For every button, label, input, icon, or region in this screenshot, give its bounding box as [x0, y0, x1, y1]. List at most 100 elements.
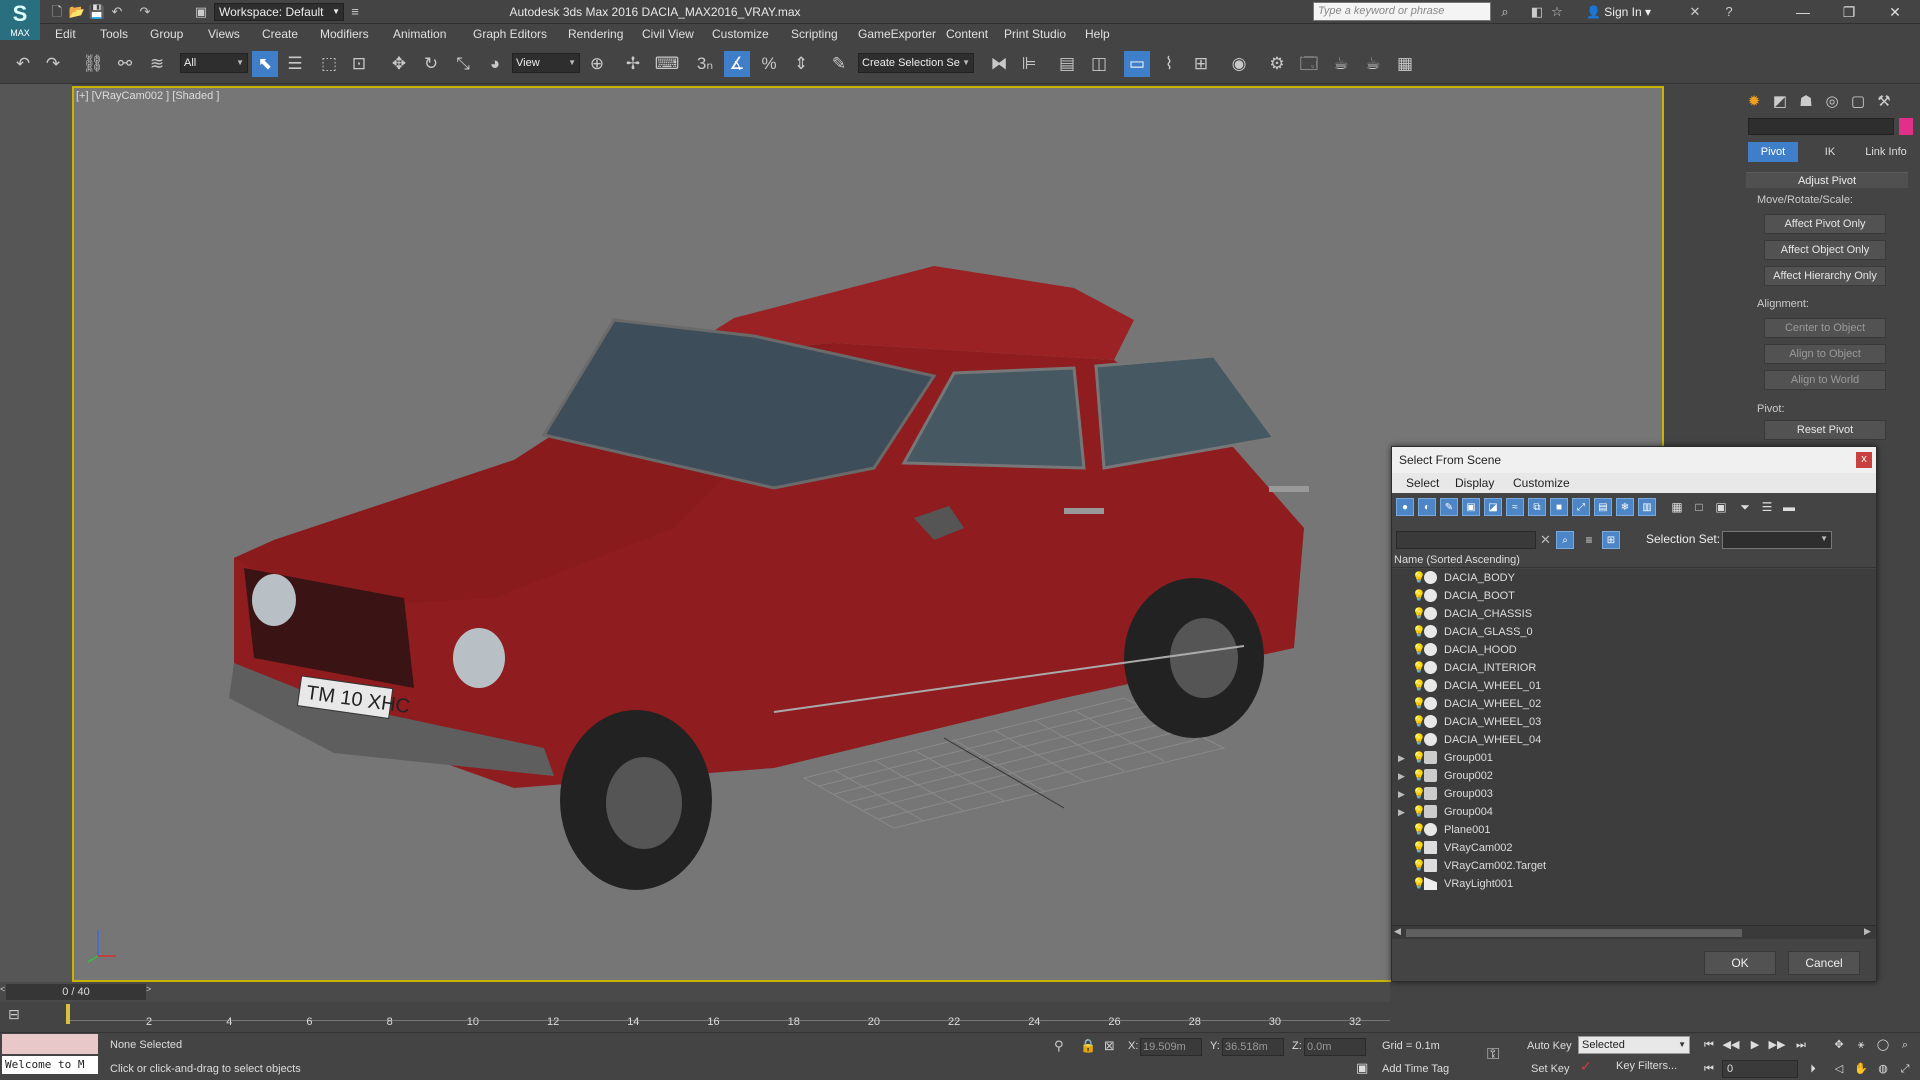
add-time-tag-button[interactable]: Add Time Tag: [1382, 1063, 1449, 1075]
scrollbar-thumb[interactable]: [1406, 929, 1742, 937]
display-hidden-icon[interactable]: ▥: [1638, 498, 1656, 516]
expand-arrow-icon[interactable]: ▶: [1398, 785, 1408, 803]
redo-icon[interactable]: ↷: [136, 3, 154, 21]
viewport-label[interactable]: [+] [VRayCam002 ] [Shaded ]: [76, 90, 219, 102]
workspace-dropdown[interactable]: Workspace: Default ▼: [214, 3, 344, 21]
create-tab-icon[interactable]: ✹: [1742, 90, 1766, 114]
list-item[interactable]: 💡 VRayCam002: [1392, 839, 1876, 857]
dialog-search-input[interactable]: [1396, 531, 1536, 549]
key-mode-dropdown[interactable]: Selected ▼: [1578, 1036, 1690, 1054]
customize-quick-access-icon[interactable]: ≡: [346, 3, 364, 21]
zoom-icon[interactable]: ⌕: [1896, 1036, 1914, 1054]
rendered-frame-window-icon[interactable]: 🗔: [1296, 51, 1322, 77]
project-folder-icon[interactable]: ▣: [192, 3, 210, 21]
maxscript-input[interactable]: Welcome to M: [2, 1056, 98, 1074]
display-frozen-icon[interactable]: ❄: [1616, 498, 1634, 516]
key-filters-button[interactable]: Key Filters...: [1616, 1060, 1677, 1072]
menu-graph-editors[interactable]: Graph Editors: [473, 27, 547, 41]
align-icon[interactable]: ⊫: [1016, 51, 1042, 77]
rotate-icon[interactable]: ↻: [418, 51, 444, 77]
menu-print-studio[interactable]: Print Studio: [1004, 27, 1066, 41]
selection-lock-icon[interactable]: 🔒: [1080, 1038, 1096, 1054]
dialog-close-icon[interactable]: x: [1856, 452, 1872, 468]
list-item[interactable]: 💡 DACIA_BODY: [1392, 569, 1876, 587]
name-column-header[interactable]: Name (Sorted Ascending): [1392, 552, 1876, 568]
list-item[interactable]: 💡 VRayLight001: [1392, 875, 1876, 893]
hierarchy-view-icon[interactable]: ⊞: [1602, 531, 1620, 549]
menu-views[interactable]: Views: [208, 27, 240, 41]
display-containers-icon[interactable]: ▤: [1594, 498, 1612, 516]
center-to-object-button[interactable]: Center to Object: [1764, 318, 1886, 338]
list-item[interactable]: 💡 DACIA_WHEEL_04: [1392, 731, 1876, 749]
window-close-icon[interactable]: ✕: [1872, 0, 1918, 24]
menu-civil-view[interactable]: Civil View: [642, 27, 694, 41]
list-item[interactable]: 💡 DACIA_HOOD: [1392, 641, 1876, 659]
render-production-icon[interactable]: ☕: [1328, 51, 1354, 77]
walk-through-icon[interactable]: ◍: [1874, 1060, 1892, 1078]
tab-pivot[interactable]: Pivot: [1748, 142, 1798, 162]
unlink-icon[interactable]: ⚯: [112, 51, 138, 77]
object-name-field[interactable]: [1748, 118, 1894, 135]
save-file-icon[interactable]: 💾: [88, 3, 106, 21]
window-crossing-icon[interactable]: ⊡: [346, 51, 372, 77]
restore-icon[interactable]: ❐: [1826, 0, 1872, 24]
list-item[interactable]: 💡 DACIA_WHEEL_02: [1392, 695, 1876, 713]
sign-in-button[interactable]: 👤 Sign In ▾: [1586, 3, 1651, 21]
scale-icon[interactable]: ⤡: [450, 51, 476, 77]
ribbon-toggle-icon[interactable]: ▭: [1124, 51, 1150, 77]
undo-icon[interactable]: ↶: [10, 51, 36, 77]
expand-arrow-icon[interactable]: ▶: [1398, 803, 1408, 821]
list-item[interactable]: 💡 Plane001: [1392, 821, 1876, 839]
display-lights-icon[interactable]: ✎: [1440, 498, 1458, 516]
redo-icon[interactable]: ↷: [40, 51, 66, 77]
display-space-warps-icon[interactable]: ≈: [1506, 498, 1524, 516]
new-file-icon[interactable]: 🗋: [48, 3, 66, 21]
favorites-star-icon[interactable]: ☆: [1548, 3, 1566, 21]
default-in-out-tangent-key-icon[interactable]: ⚿: [1487, 1046, 1499, 1064]
trackbar[interactable]: ⊟: [0, 1002, 1390, 1032]
select-by-name-icon[interactable]: ☰: [282, 51, 308, 77]
align-to-world-button[interactable]: Align to World: [1764, 370, 1886, 390]
display-helpers-icon[interactable]: ◪: [1484, 498, 1502, 516]
list-item[interactable]: 💡 DACIA_GLASS_0: [1392, 623, 1876, 641]
schematic-view-icon[interactable]: ⊞: [1188, 51, 1214, 77]
filter-icon[interactable]: ⏷: [1736, 498, 1754, 516]
field-of-view-icon[interactable]: ◯: [1874, 1036, 1892, 1054]
next-frame-icon[interactable]: ▶▶: [1768, 1036, 1786, 1054]
time-configuration-icon[interactable]: ⏵: [1804, 1060, 1822, 1078]
render-setup-icon[interactable]: ⚙: [1264, 51, 1290, 77]
render-iterative-icon[interactable]: ☕: [1360, 51, 1386, 77]
mirror-icon[interactable]: ⧓: [986, 51, 1012, 77]
dialog-menu-customize[interactable]: Customize: [1513, 476, 1570, 490]
angle-snap-icon[interactable]: ∡: [724, 51, 750, 77]
snaps-toggle-icon[interactable]: 3ₙ: [692, 51, 718, 77]
affect-pivot-only-button[interactable]: Affect Pivot Only: [1764, 214, 1886, 234]
time-slider-thumb[interactable]: 0 / 40: [6, 984, 146, 1000]
menu-content[interactable]: Content: [946, 27, 988, 41]
dialog-title[interactable]: Select From Scene: [1392, 447, 1876, 473]
maximize-viewport-icon[interactable]: ⤢: [1896, 1060, 1914, 1078]
display-invert-icon[interactable]: ▣: [1712, 498, 1730, 516]
absolute-mode-icon[interactable]: ⊠: [1104, 1038, 1115, 1054]
key-mode-toggle-icon[interactable]: ⏮: [1700, 1060, 1718, 1078]
menu-create[interactable]: Create: [262, 27, 298, 41]
list-item[interactable]: 💡 DACIA_WHEEL_03: [1392, 713, 1876, 731]
affect-hierarchy-only-button[interactable]: Affect Hierarchy Only: [1764, 266, 1886, 286]
find-case-sensitive-icon[interactable]: ⌕: [1556, 531, 1574, 549]
list-item[interactable]: ▶ 💡 Group004: [1392, 803, 1876, 821]
utilities-tab-icon[interactable]: ⚒: [1872, 90, 1896, 114]
menu-help[interactable]: Help: [1085, 27, 1110, 41]
go-to-end-icon[interactable]: ⏭: [1792, 1036, 1810, 1054]
reset-pivot-button[interactable]: Reset Pivot: [1764, 420, 1886, 440]
select-object-icon[interactable]: ⬉: [252, 51, 278, 77]
menu-group[interactable]: Group: [150, 27, 183, 41]
x-coord-field[interactable]: 19.509m: [1140, 1038, 1202, 1056]
tab-ik[interactable]: IK: [1804, 142, 1856, 162]
object-color-swatch[interactable]: [1899, 118, 1913, 135]
menu-rendering[interactable]: Rendering: [568, 27, 623, 41]
material-editor-icon[interactable]: ◉: [1226, 51, 1252, 77]
display-none-icon[interactable]: □: [1690, 498, 1708, 516]
display-all-icon[interactable]: ▦: [1668, 498, 1686, 516]
rectangular-selection-icon[interactable]: ⬚: [316, 51, 342, 77]
motion-tab-icon[interactable]: ◎: [1820, 90, 1844, 114]
